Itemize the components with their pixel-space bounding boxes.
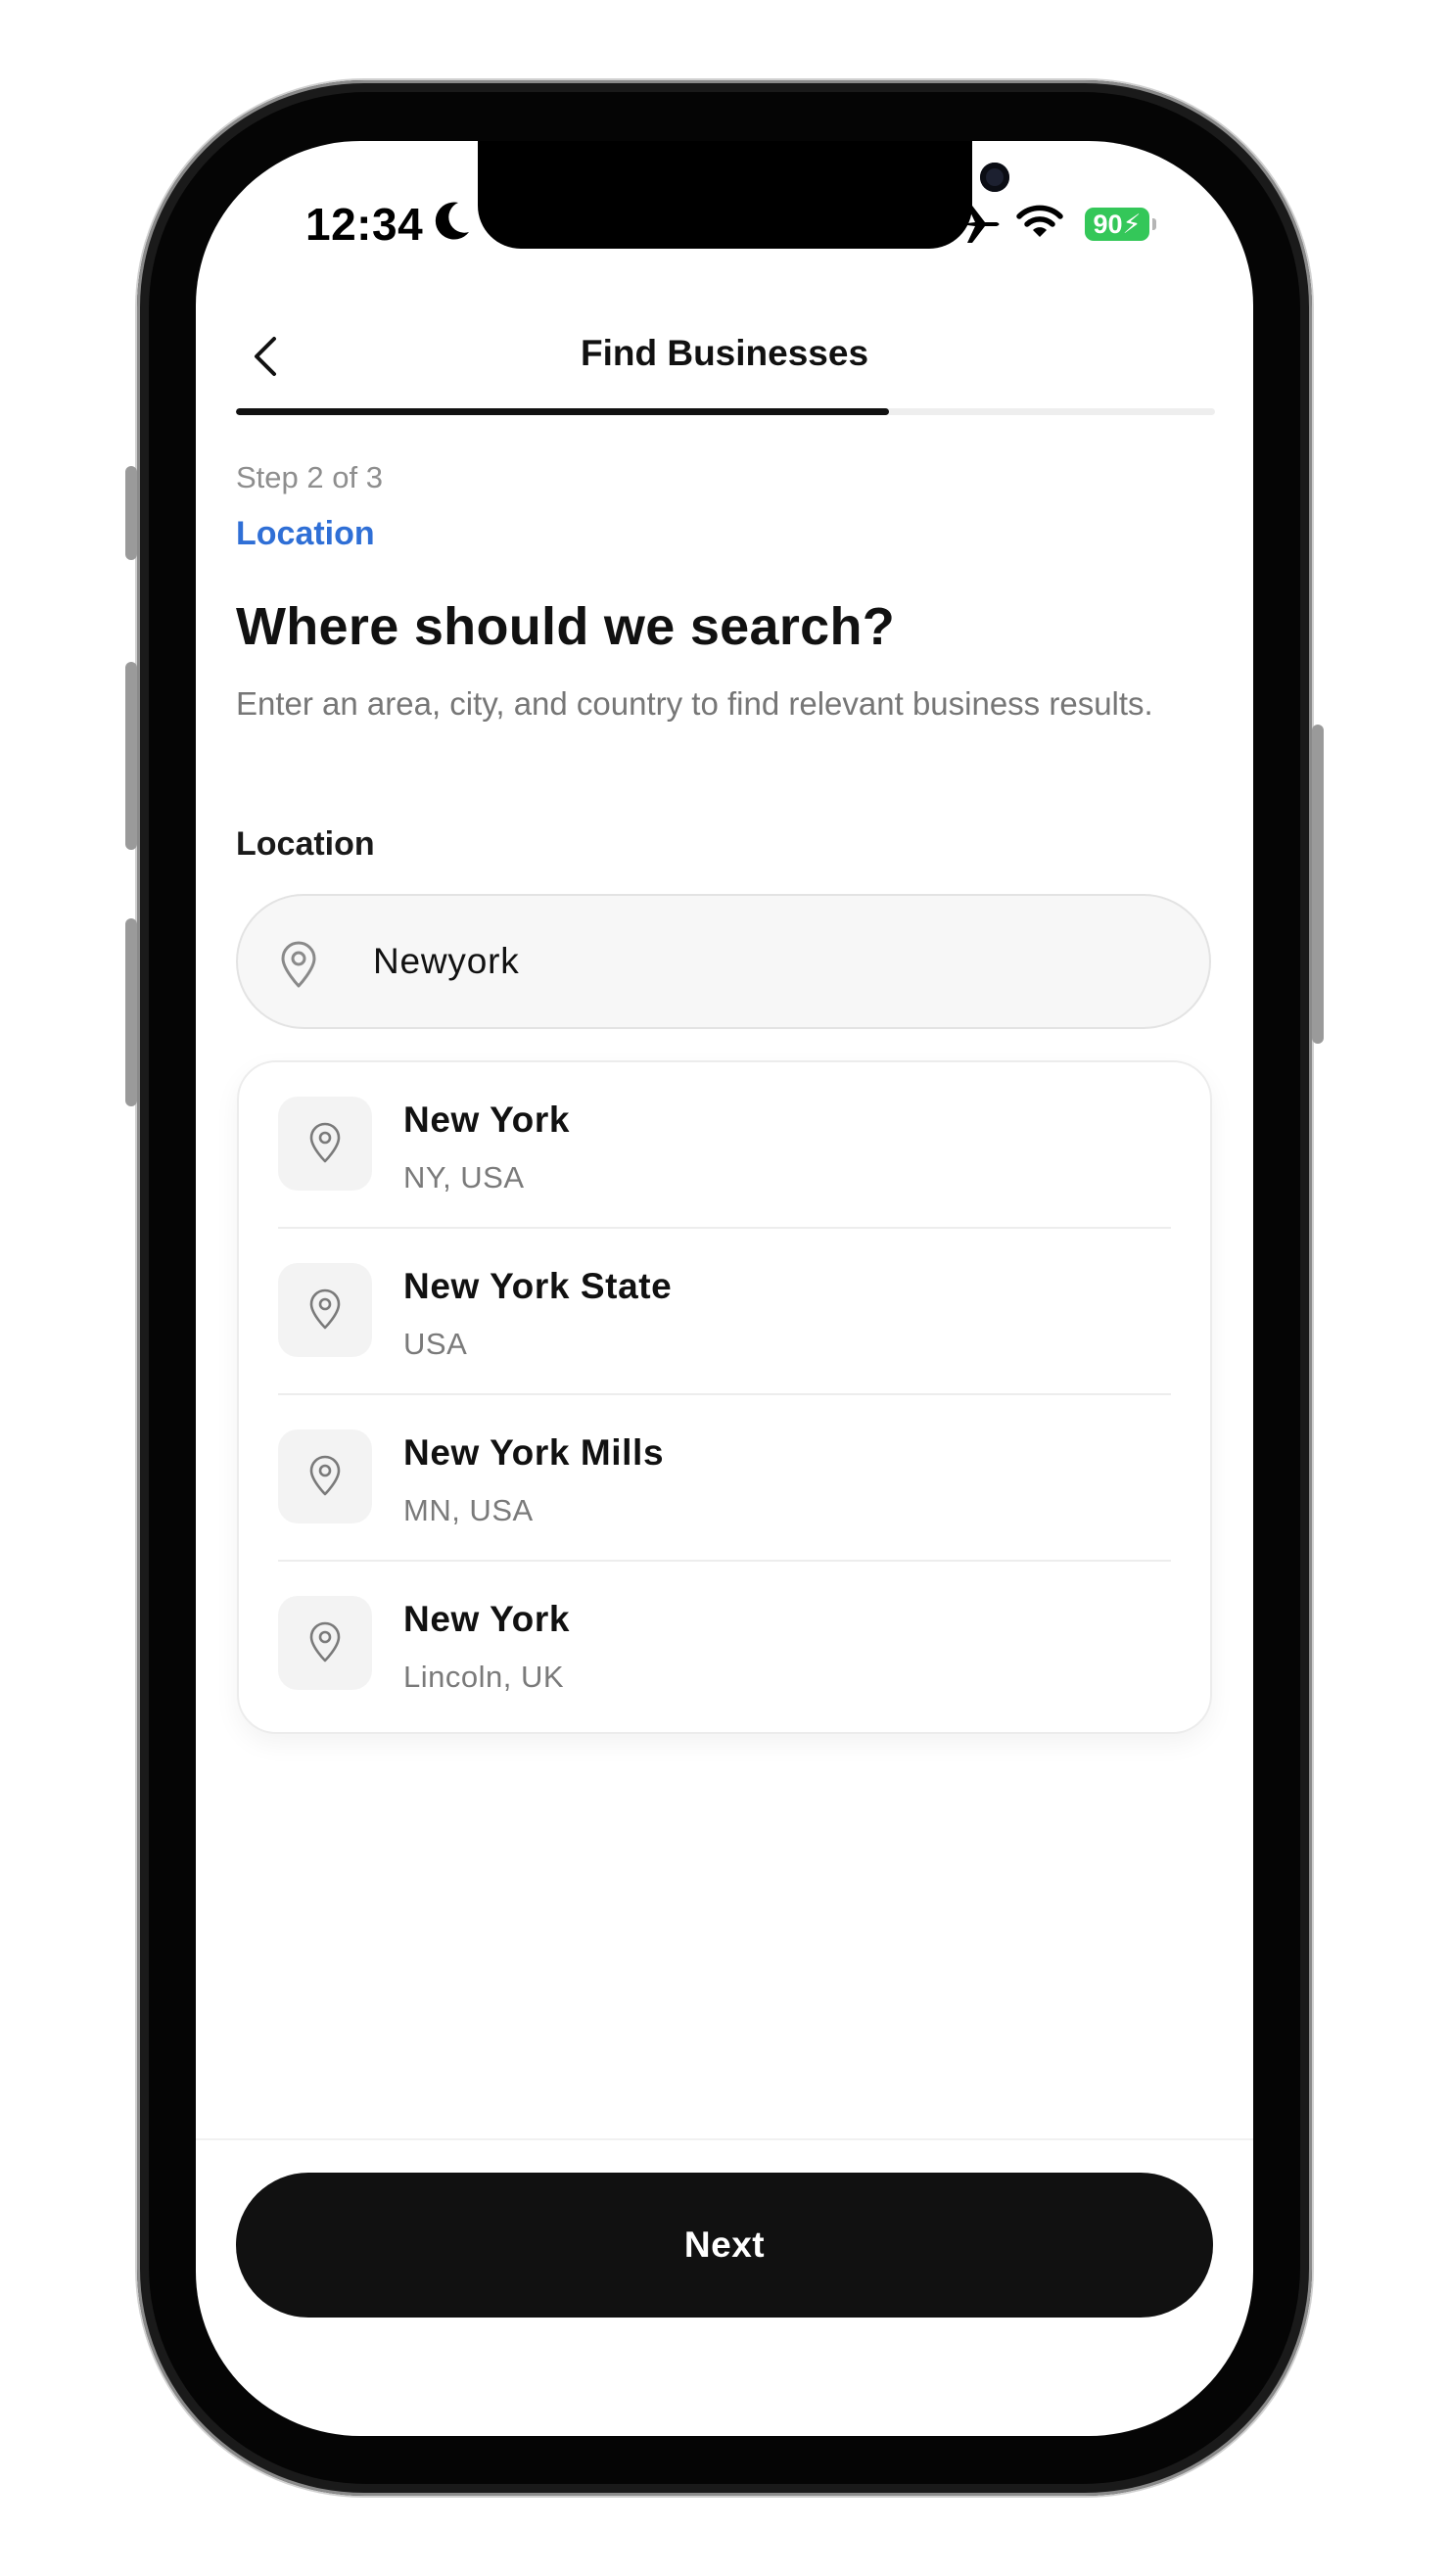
battery-percent: 90 <box>1093 210 1123 239</box>
suggestion-icon-box <box>278 1097 372 1191</box>
battery-tip <box>1152 218 1156 230</box>
location-search-box[interactable] <box>236 894 1211 1029</box>
front-camera <box>980 163 1009 192</box>
progress-bar <box>236 408 1215 415</box>
footer-divider <box>196 2138 1253 2140</box>
step-name: Location <box>236 515 375 552</box>
page-subtitle: Enter an area, city, and country to find… <box>236 685 1153 722</box>
suggestion-icon-box <box>278 1263 372 1357</box>
suggestion-title: New York <box>403 1599 570 1639</box>
moon-icon <box>433 200 472 246</box>
suggestion-title: New York Mills <box>403 1432 665 1473</box>
location-suggestions-list: New York NY, USA New York State USA New … <box>237 1060 1212 1734</box>
suggestion-title: New York State <box>403 1266 673 1306</box>
map-pin-icon <box>309 1122 341 1163</box>
suggestion-item-new-york-ny[interactable]: New York NY, USA <box>239 1062 1210 1229</box>
step-counter: Step 2 of 3 <box>236 460 383 494</box>
volume-up-button <box>125 662 137 850</box>
map-pin-icon <box>309 1288 341 1330</box>
suggestion-icon-box <box>278 1429 372 1523</box>
suggestion-title: New York <box>403 1100 570 1140</box>
suggestion-item-new-york-state[interactable]: New York State USA <box>239 1229 1210 1395</box>
page-header-title: Find Businesses <box>580 333 869 373</box>
wifi-icon <box>1016 204 1063 246</box>
charging-bolt-icon: ⚡ <box>1122 210 1142 239</box>
power-button <box>1312 725 1324 1044</box>
silent-switch <box>125 466 137 560</box>
map-pin-icon <box>309 1455 341 1496</box>
page-title: Where should we search? <box>236 597 896 656</box>
map-pin-icon <box>275 939 322 995</box>
suggestion-item-new-york-mills[interactable]: New York Mills MN, USA <box>239 1395 1210 1562</box>
location-search-input[interactable] <box>373 933 1156 990</box>
next-button[interactable]: Next <box>236 2173 1213 2318</box>
suggestion-item-new-york-uk[interactable]: New York Lincoln, UK <box>239 1562 1210 1728</box>
volume-down-button <box>125 918 137 1106</box>
suggestion-subtitle: NY, USA <box>403 1160 525 1194</box>
battery-icon: 90⚡ <box>1085 208 1149 241</box>
map-pin-icon <box>309 1621 341 1663</box>
suggestion-subtitle: Lincoln, UK <box>403 1660 565 1694</box>
suggestion-subtitle: USA <box>403 1327 468 1361</box>
suggestion-subtitle: MN, USA <box>403 1493 534 1527</box>
progress-fill <box>236 408 889 415</box>
status-time: 12:34 <box>305 199 424 250</box>
location-field-label: Location <box>236 825 375 863</box>
suggestion-icon-box <box>278 1596 372 1690</box>
app-screen: 12:34 90⚡ Find Businesses Step 2 of 3 Lo… <box>196 141 1253 2436</box>
notch <box>478 141 1009 249</box>
airplane-icon <box>958 204 1003 250</box>
